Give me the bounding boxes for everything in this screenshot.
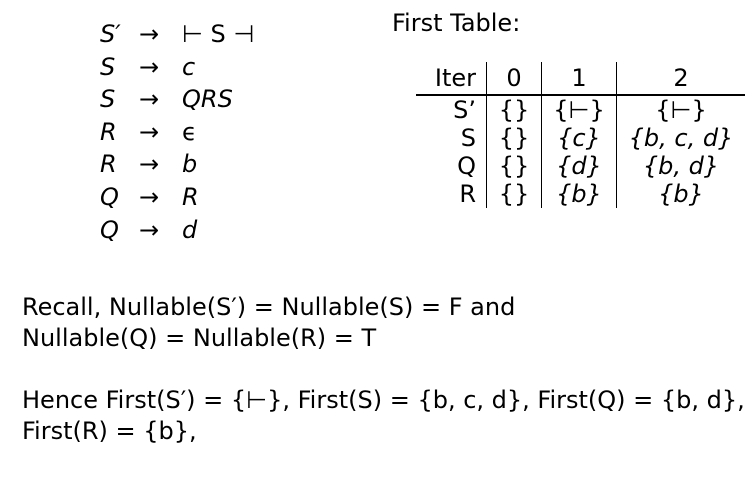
rule-rhs: R [182,182,199,211]
arrow-icon: → [139,20,160,48]
rule-rhs: ϵ [182,117,197,146]
table-row: Q {} {d} {b, d} [416,152,745,180]
rule-lhs: S [100,52,116,81]
recall-line-1: Recall, Nullable(S′) = Nullable(S) = F a… [22,293,516,321]
table-cell: {⊢} [541,95,617,124]
arrow-icon: → [139,182,160,211]
table-cell: {} [486,180,542,208]
rule-rhs: ⊢ S ⊣ [182,20,255,48]
table-cell: {c} [541,124,617,152]
table-row: S’ {} {⊢} {⊢} [416,95,745,124]
rule-rhs: b [182,150,198,179]
column-header: Iter [416,62,487,96]
first-table-title: First Table: [392,9,521,37]
rule-lhs: Q [100,182,119,211]
table-cell: {} [486,124,542,152]
hence-paragraph: Hence First(S′) = {⊢}, First(S) = {b, c,… [22,385,745,447]
table-cell: {b, d} [642,152,720,180]
table-cell: R [416,180,487,208]
rule-lhs: R [100,117,117,146]
table-cell: {d} [541,152,617,180]
hence-line-1: Hence First(S′) = {⊢}, First(S) = {b, c,… [22,386,745,414]
column-header: 1 [541,62,617,96]
table-header-row: Iter 0 1 2 [416,62,745,96]
rule-rhs: c [182,52,196,81]
table-cell: {} [486,95,542,124]
table-cell: {⊢} [655,96,707,124]
first-table: Iter 0 1 2 S’ {} {⊢} {⊢} S {} {c} {b, c,… [416,62,745,208]
arrow-icon: → [139,215,160,244]
rule-rhs: QRS [182,85,233,114]
arrow-icon: → [139,85,160,114]
recall-line-2: Nullable(Q) = Nullable(R) = T [22,324,377,352]
table-cell: Q [416,152,487,180]
table-row: R {} {b} {b} [416,180,745,208]
rule-rhs: d [182,215,198,244]
table-cell: {b} [658,180,704,208]
table-cell: S’ [416,95,487,124]
rule-lhs: S [100,85,116,114]
column-header: 2 [616,62,745,96]
table-cell: {b} [541,180,617,208]
rule-lhs: S′ [100,20,121,48]
hence-line-2: First(R) = {b}, [22,417,197,445]
rule-lhs: Q [100,215,119,244]
recall-paragraph: Recall, Nullable(S′) = Nullable(S) = F a… [22,292,515,354]
arrow-icon: → [139,150,160,179]
rule-lhs: R [100,150,117,179]
table-row: S {} {c} {b, c, d} [416,124,745,152]
table-cell: S [416,124,487,152]
arrow-icon: → [139,117,160,146]
table-cell: {b, c, d} [628,124,734,152]
column-header: 0 [486,62,542,96]
table-cell: {} [486,152,542,180]
arrow-icon: → [139,52,160,81]
